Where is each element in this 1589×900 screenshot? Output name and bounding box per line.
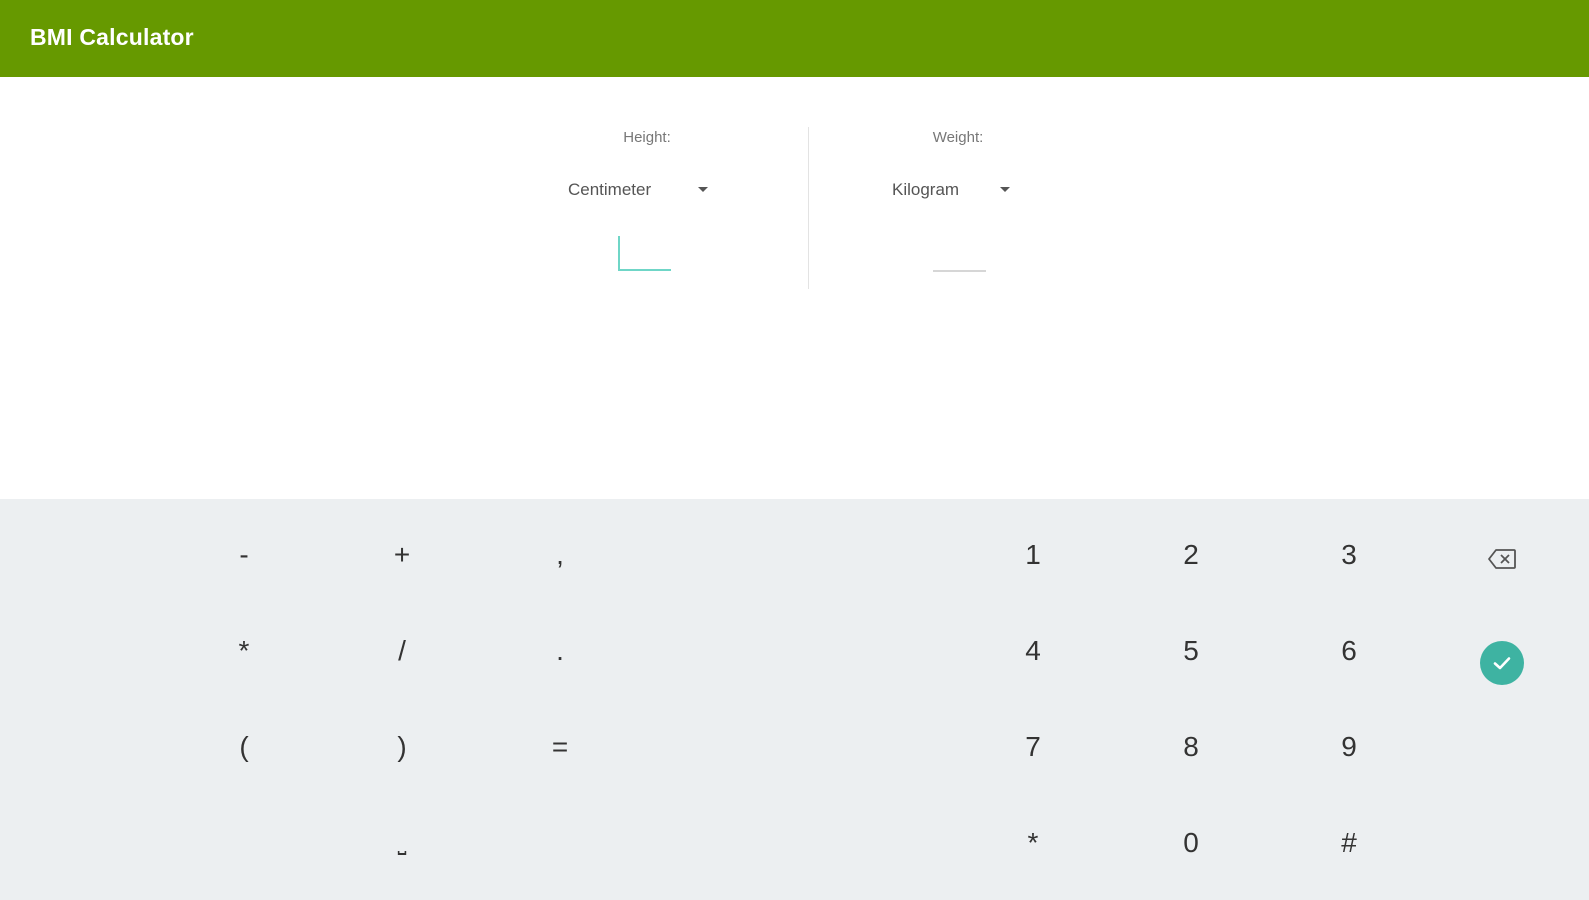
key-0[interactable]: 0 [1141,803,1241,883]
dropdown-arrow-icon [698,187,708,192]
key-5[interactable]: 5 [1141,611,1241,691]
key-equals[interactable]: = [510,707,610,787]
dropdown-arrow-icon [1000,187,1010,192]
height-unit-spinner[interactable]: Centimeter [568,176,716,206]
key-label: ) [397,731,407,762]
weight-input[interactable] [930,233,990,273]
weight-input-underline [933,270,986,272]
key-label: . [556,635,564,666]
key-comma[interactable]: , [510,515,610,595]
key-label: + [393,539,411,570]
key-7[interactable]: 7 [983,707,1083,787]
checkmark-icon [1493,657,1511,670]
key-label: ( [239,731,249,762]
key-period[interactable]: . [510,611,610,691]
key-label: = [551,731,569,762]
backspace-button[interactable] [1472,539,1532,579]
app-title: BMI Calculator [30,24,194,50]
key-label: # [1341,827,1357,858]
key-label: 5 [1183,635,1199,666]
weight-label: Weight: [932,129,984,146]
key-label: 8 [1183,731,1199,762]
key-label: * [1027,827,1039,858]
key-label: 4 [1025,635,1041,666]
key-open-paren[interactable]: ( [194,707,294,787]
key-label: 3 [1341,539,1357,570]
key-label: , [556,539,564,570]
key-label: - [239,539,249,570]
key-3[interactable]: 3 [1299,515,1399,595]
key-1[interactable]: 1 [983,515,1083,595]
key-star[interactable]: * [983,803,1083,883]
key-label: 6 [1341,635,1357,666]
key-slash[interactable]: / [352,611,452,691]
height-unit-value: Centimeter [568,180,652,199]
key-label: 7 [1025,731,1041,762]
key-plus[interactable]: + [352,515,452,595]
key-close-paren[interactable]: ) [352,707,452,787]
height-input[interactable] [615,233,675,273]
key-6[interactable]: 6 [1299,611,1399,691]
numeric-keyboard: - + , * / . ( ) = ⎵ 1 2 3 4 5 6 7 8 9 * … [0,499,1589,900]
done-button[interactable] [1480,641,1524,685]
key-4[interactable]: 4 [983,611,1083,691]
key-label: 2 [1183,539,1199,570]
text-cursor [618,236,620,269]
key-2[interactable]: 2 [1141,515,1241,595]
height-input-underline [618,269,671,271]
key-9[interactable]: 9 [1299,707,1399,787]
key-8[interactable]: 8 [1141,707,1241,787]
weight-unit-spinner[interactable]: Kilogram [892,176,1022,206]
key-minus[interactable]: - [194,515,294,595]
key-label: * [238,635,250,666]
key-label: 0 [1183,827,1199,858]
section-divider [808,127,809,289]
key-space[interactable]: ⎵ [352,803,452,883]
key-hash[interactable]: # [1299,803,1399,883]
key-label: 9 [1341,731,1357,762]
backspace-icon [1488,549,1516,569]
main-content: Height: Centimeter Weight: Kilogram [0,77,1589,499]
space-icon: ⎵ [397,830,407,855]
key-asterisk[interactable]: * [194,611,294,691]
key-label: / [398,635,406,666]
weight-unit-value: Kilogram [892,180,960,199]
app-bar: BMI Calculator [0,0,1589,77]
key-label: 1 [1025,539,1041,570]
height-label: Height: [623,129,671,146]
